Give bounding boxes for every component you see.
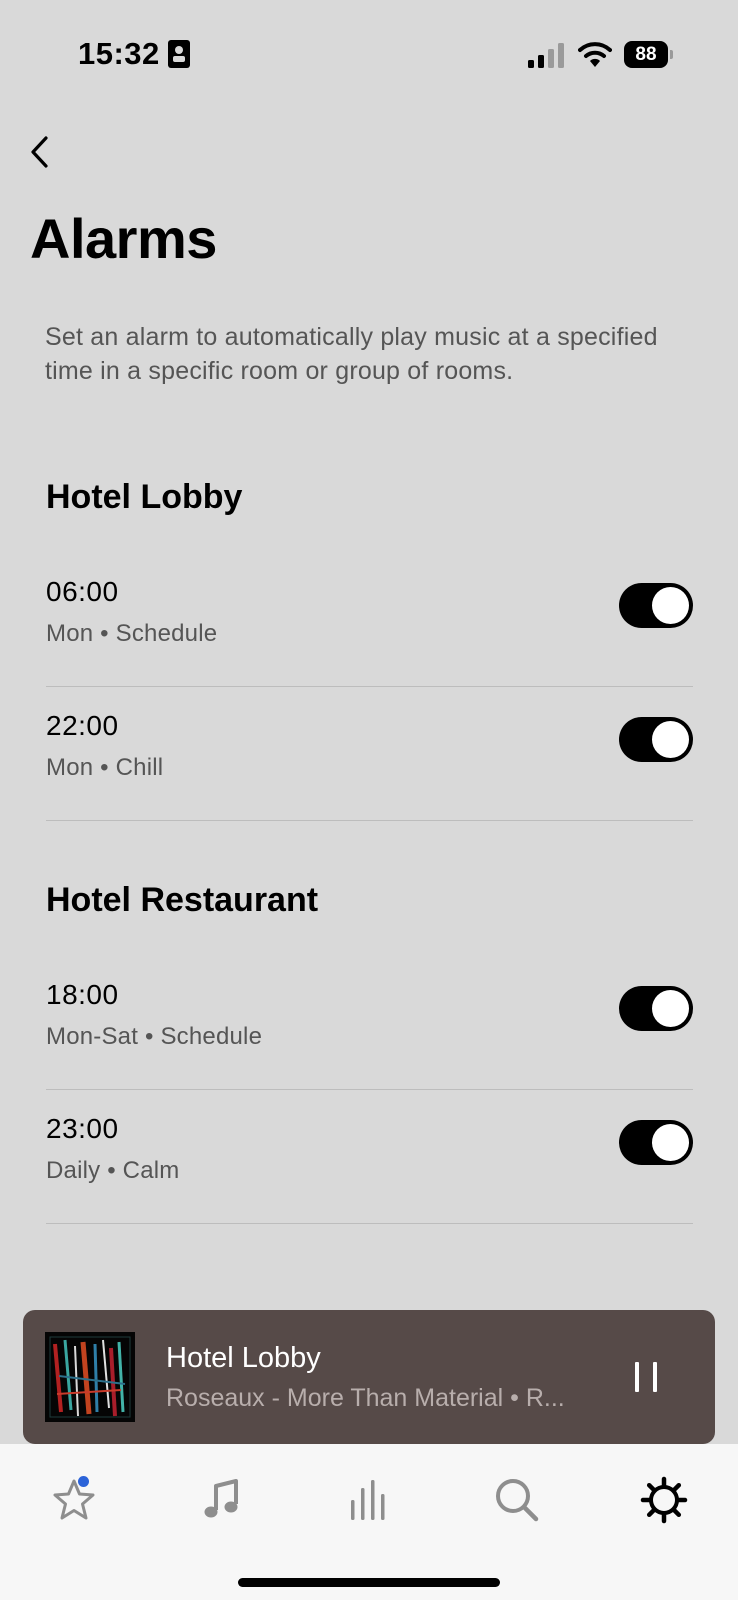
gear-icon <box>640 1476 688 1524</box>
back-button[interactable] <box>22 132 58 172</box>
toggle-knob <box>652 990 689 1027</box>
alarm-toggle[interactable] <box>619 717 693 762</box>
alarm-detail: Mon-Sat • Schedule <box>46 1023 263 1050</box>
alarm-toggle[interactable] <box>619 1120 693 1165</box>
alarm-detail: Mon • Schedule <box>46 620 218 647</box>
alarm-row[interactable]: 23:00 Daily • Calm <box>46 1091 693 1224</box>
status-bar: 15:32 88 <box>0 0 738 110</box>
equalizer-icon <box>351 1480 385 1520</box>
section-title-hotel-lobby: Hotel Lobby <box>46 478 243 516</box>
section-title-hotel-restaurant: Hotel Restaurant <box>46 881 319 919</box>
alarm-time: 06:00 <box>46 576 119 607</box>
alarm-detail: Daily • Calm <box>46 1157 180 1184</box>
tab-rooms[interactable] <box>339 1470 399 1530</box>
toggle-knob <box>652 721 689 758</box>
status-time: 15:32 <box>78 36 160 71</box>
alarm-row[interactable]: 18:00 Mon-Sat • Schedule <box>46 957 693 1090</box>
star-icon <box>53 1479 95 1520</box>
battery-icon: 88 <box>624 41 673 68</box>
page-title: Alarms <box>30 207 217 270</box>
alarm-detail: Mon • Chill <box>46 754 164 781</box>
search-icon <box>496 1479 539 1522</box>
tab-search[interactable] <box>486 1470 546 1530</box>
toggle-knob <box>652 587 689 624</box>
pause-bar-right <box>653 1362 657 1392</box>
signal-icon <box>528 43 564 68</box>
wifi-icon <box>578 42 612 67</box>
now-playing-track: Roseaux - More Than Material • R... <box>166 1384 565 1412</box>
album-art <box>45 1332 135 1422</box>
alarm-time: 23:00 <box>46 1113 119 1144</box>
now-playing-room: Hotel Lobby <box>166 1342 321 1374</box>
toggle-knob <box>652 1124 689 1161</box>
pause-button[interactable] <box>629 1358 665 1396</box>
tab-music[interactable] <box>192 1470 252 1530</box>
alarm-time: 18:00 <box>46 979 119 1010</box>
battery-tip <box>670 50 673 59</box>
album-art-image <box>45 1332 135 1422</box>
pause-bar-left <box>635 1362 639 1392</box>
music-note-icon <box>204 1479 238 1518</box>
alarm-time: 22:00 <box>46 710 119 741</box>
home-indicator <box>238 1578 500 1587</box>
alarm-row[interactable]: 06:00 Mon • Schedule <box>46 554 693 687</box>
tab-settings[interactable] <box>634 1470 694 1530</box>
battery-level: 88 <box>635 44 657 65</box>
alarm-toggle[interactable] <box>619 986 693 1031</box>
tab-bar <box>0 1444 738 1600</box>
notification-dot <box>78 1476 89 1487</box>
chevron-left-icon <box>31 136 48 168</box>
tab-favorites[interactable] <box>44 1470 104 1530</box>
alarm-row[interactable]: 22:00 Mon • Chill <box>46 688 693 821</box>
id-card-icon <box>168 40 190 68</box>
now-playing-bar[interactable]: Hotel Lobby Roseaux - More Than Material… <box>23 1310 715 1444</box>
alarm-toggle[interactable] <box>619 583 693 628</box>
page-description: Set an alarm to automatically play music… <box>45 323 658 385</box>
